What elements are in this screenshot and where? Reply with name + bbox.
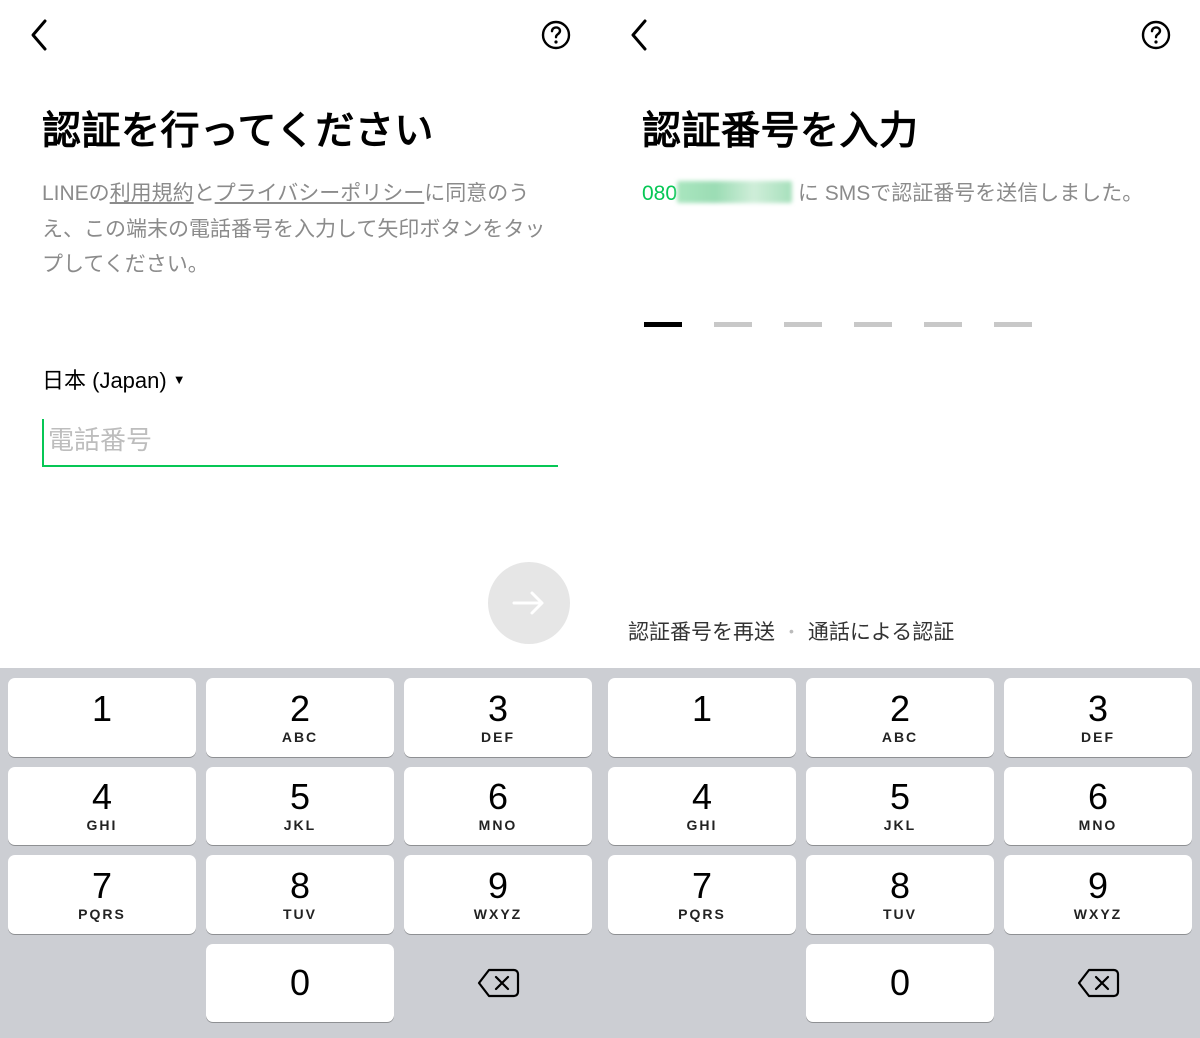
backspace-icon[interactable] — [404, 944, 592, 1023]
phone-input[interactable] — [42, 419, 558, 467]
backspace-icon[interactable] — [1004, 944, 1192, 1023]
numeric-keypad: 1 2ABC3DEF 4GHI5JKL6MNO 7PQRS8TUV9WXYZ0 — [0, 668, 600, 1038]
code-input[interactable] — [642, 322, 1158, 327]
keypad-key-5[interactable]: 5JKL — [206, 767, 394, 846]
keypad-key-3[interactable]: 3DEF — [404, 678, 592, 757]
help-icon[interactable] — [540, 19, 572, 51]
content-area: 認証を行ってください LINEの利用規約とプライバシーポリシーに同意のうえ、この… — [0, 70, 600, 467]
description-text: LINEの利用規約とプライバシーポリシーに同意のうえ、この端末の電話番号を入力し… — [42, 176, 558, 283]
code-digit-2 — [714, 322, 752, 327]
keypad-key-0[interactable]: 0 — [806, 944, 994, 1023]
page-title: 認証番号を入力 — [642, 100, 1158, 156]
phone-field — [42, 419, 558, 467]
privacy-link[interactable]: プライバシーポリシー — [215, 182, 425, 205]
terms-link[interactable]: 利用規約 — [110, 182, 194, 205]
country-label: 日本 (Japan) — [42, 363, 167, 395]
keypad-key-9[interactable]: 9WXYZ — [404, 855, 592, 934]
keypad-key-1[interactable]: 1 — [8, 678, 196, 757]
description-text: 080 に SMSで認証番号を送信しました。 — [642, 176, 1158, 212]
bottom-links: 認証番号を再送 • 通話による認証 — [600, 616, 1200, 646]
back-icon[interactable] — [28, 18, 50, 52]
keypad-key-7[interactable]: 7PQRS — [8, 855, 196, 934]
topbar — [0, 0, 600, 70]
keypad-key-5[interactable]: 5JKL — [806, 767, 994, 846]
page-title: 認証を行ってください — [42, 100, 558, 156]
keypad-key-3[interactable]: 3DEF — [1004, 678, 1192, 757]
keypad-key-6[interactable]: 6MNO — [404, 767, 592, 846]
keypad-key-0[interactable]: 0 — [206, 944, 394, 1023]
keypad-key-4[interactable]: 4GHI — [608, 767, 796, 846]
keypad-key-8[interactable]: 8TUV — [806, 855, 994, 934]
back-icon[interactable] — [628, 18, 650, 52]
country-selector[interactable]: 日本 (Japan) ▼ — [42, 363, 558, 395]
keypad-key-1[interactable]: 1 — [608, 678, 796, 757]
call-auth-link[interactable]: 通話による認証 — [808, 616, 954, 646]
keypad-blank — [608, 944, 796, 1023]
separator-dot: • — [789, 623, 794, 639]
keypad-key-4[interactable]: 4GHI — [8, 767, 196, 846]
topbar — [600, 0, 1200, 70]
redacted-phone — [677, 181, 792, 203]
resend-code-link[interactable]: 認証番号を再送 — [628, 616, 775, 646]
keypad-key-9[interactable]: 9WXYZ — [1004, 855, 1192, 934]
help-icon[interactable] — [1140, 19, 1172, 51]
code-digit-4 — [854, 322, 892, 327]
keypad-key-2[interactable]: 2ABC — [206, 678, 394, 757]
screen-code-entry: 認証番号を入力 080 に SMSで認証番号を送信しました。 認証番号を再送 •… — [600, 0, 1200, 1038]
keypad-key-7[interactable]: 7PQRS — [608, 855, 796, 934]
code-digit-5 — [924, 322, 962, 327]
code-digit-6 — [994, 322, 1032, 327]
numeric-keypad: 1 2ABC3DEF 4GHI5JKL6MNO 7PQRS8TUV9WXYZ0 — [600, 668, 1200, 1038]
next-button[interactable] — [488, 562, 570, 644]
code-digit-1 — [644, 322, 682, 327]
keypad-key-6[interactable]: 6MNO — [1004, 767, 1192, 846]
content-area: 認証番号を入力 080 に SMSで認証番号を送信しました。 — [600, 70, 1200, 327]
masked-phone-number: 080 — [642, 182, 677, 205]
chevron-down-icon: ▼ — [173, 372, 186, 387]
code-digit-3 — [784, 322, 822, 327]
keypad-blank — [8, 944, 196, 1023]
keypad-key-8[interactable]: 8TUV — [206, 855, 394, 934]
keypad-key-2[interactable]: 2ABC — [806, 678, 994, 757]
screen-phone-entry: 認証を行ってください LINEの利用規約とプライバシーポリシーに同意のうえ、この… — [0, 0, 600, 1038]
